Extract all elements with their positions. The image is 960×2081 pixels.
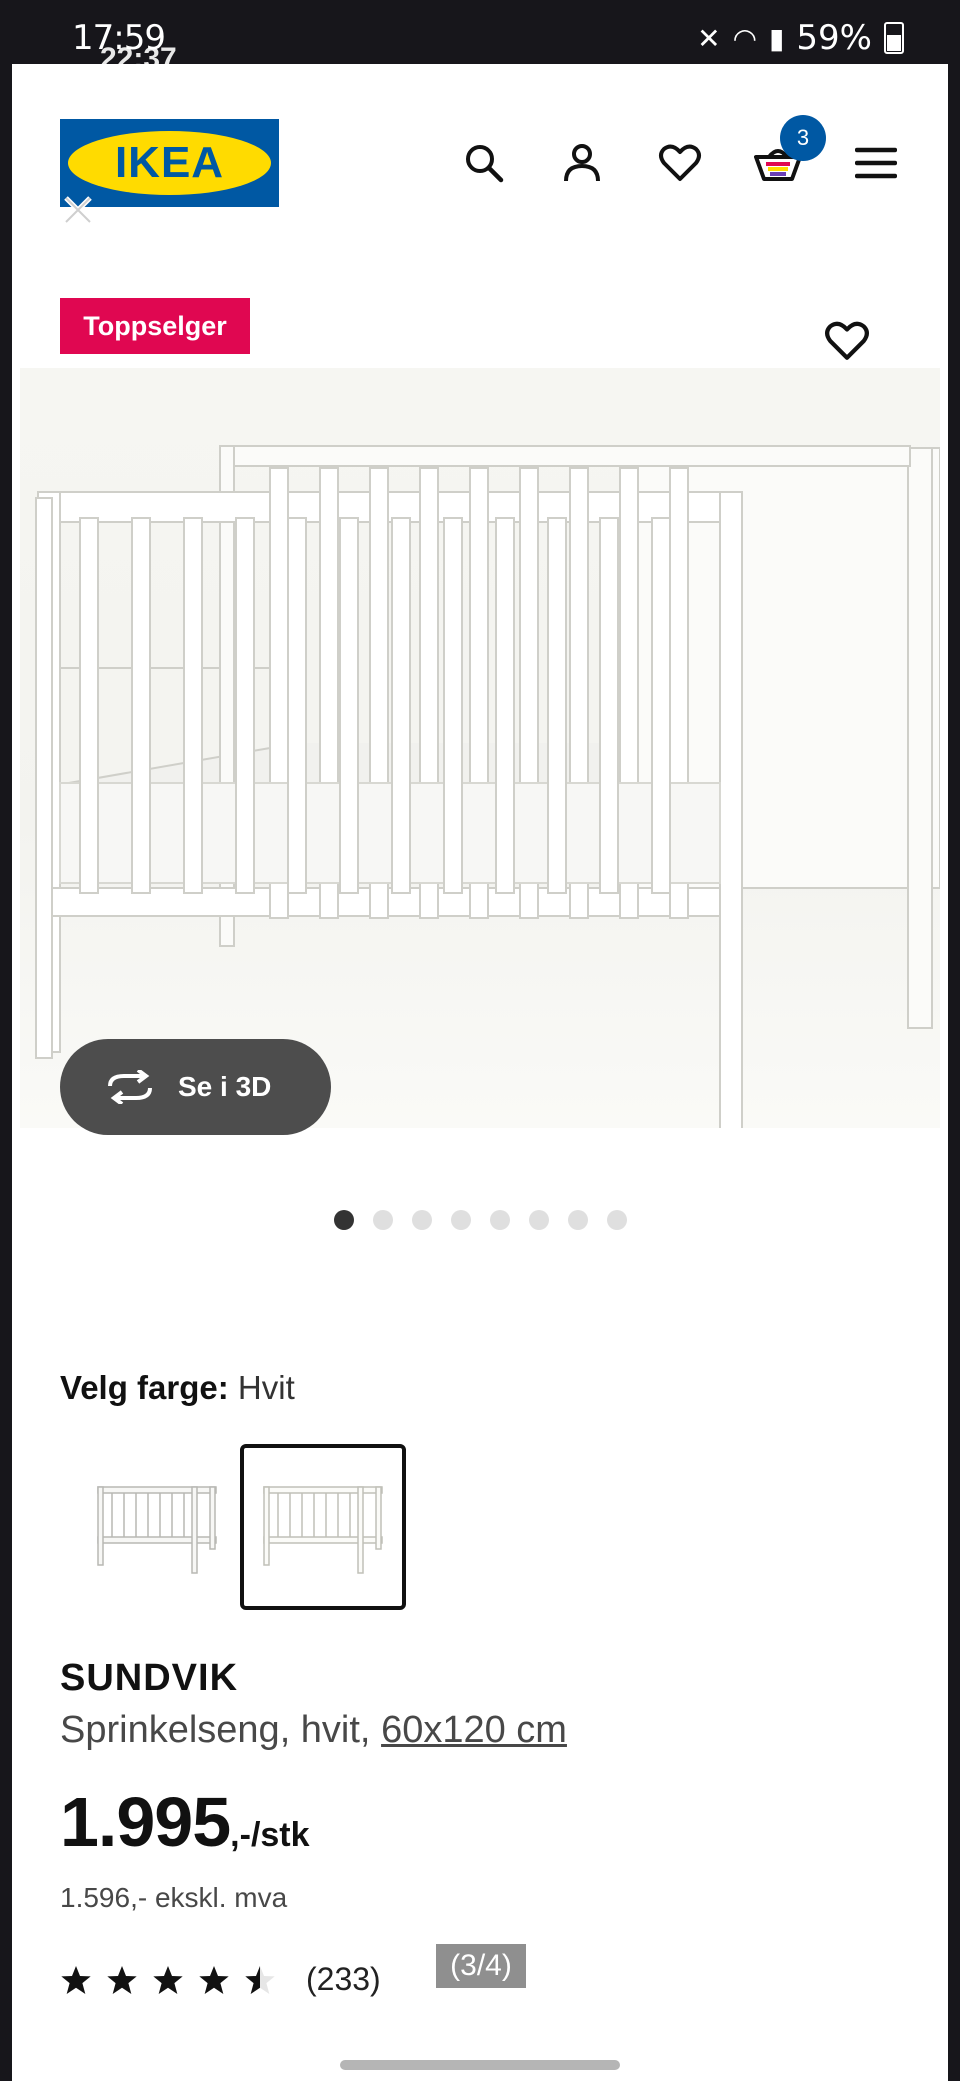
color-swatch-white-selected[interactable] (240, 1444, 406, 1610)
bestseller-tag: Toppselger (60, 298, 250, 354)
star-full-icon (199, 1965, 229, 1994)
carousel-dot[interactable] (334, 1210, 354, 1230)
product-size-link[interactable]: 60x120 cm (381, 1709, 567, 1751)
battery-icon (884, 22, 904, 54)
product-name: SUNDVIK (60, 1657, 239, 1699)
star-full-icon (61, 1965, 91, 1994)
wifi-icon: ◠ (732, 21, 757, 55)
color-picker-label: Velg farge: Hvit (60, 1369, 295, 1407)
star-full-icon (153, 1965, 183, 1994)
home-gesture-bar[interactable] (340, 2060, 620, 2070)
battery-percent: 59% (796, 18, 872, 58)
screenshot-page-indicator: (3/4) (436, 1944, 526, 1988)
product-rating[interactable]: (233) (60, 1961, 381, 1998)
star-half-icon (245, 1965, 275, 1994)
price-suffix: ,-/stk (230, 1816, 310, 1854)
product-price: 1.995 ,-/stk (60, 1782, 310, 1862)
mute-icon: ✕ (697, 21, 721, 55)
heart-icon[interactable] (656, 139, 704, 187)
product-description: Sprinkelseng, hvit, 60x120 cm (60, 1709, 567, 1752)
status-bar: 17:59 22:37 ✕ ◠ ▮ 59% (0, 0, 960, 75)
carousel-dot[interactable] (412, 1210, 432, 1230)
status-right: ✕ ◠ ▮ 59% (697, 18, 904, 58)
review-count[interactable]: (233) (306, 1961, 381, 1998)
image-carousel-dots[interactable] (334, 1210, 627, 1230)
product-image[interactable] (20, 368, 941, 1133)
color-value: Hvit (237, 1369, 295, 1406)
close-icon[interactable] (60, 192, 96, 228)
view-3d-label: Se i 3D (178, 1071, 272, 1102)
price-excl-vat: 1.596,- ekskl. mva (60, 1882, 288, 1913)
carousel-dot[interactable] (529, 1210, 549, 1230)
carousel-dot[interactable] (373, 1210, 393, 1230)
rotate-3d-icon (108, 1070, 152, 1104)
price-amount: 1.995 (60, 1783, 231, 1861)
carousel-dot[interactable] (451, 1210, 471, 1230)
logo-text: IKEA (114, 138, 225, 187)
menu-icon[interactable] (852, 139, 900, 187)
carousel-dot[interactable] (490, 1210, 510, 1230)
favorite-heart-icon[interactable] (824, 318, 870, 364)
color-label-text: Velg farge: (60, 1369, 229, 1406)
color-swatch-white[interactable] (74, 1444, 240, 1610)
crib-illustration (35, 445, 941, 1133)
star-full-icon (107, 1965, 137, 1994)
carousel-dot[interactable] (568, 1210, 588, 1230)
product-page: IKEA 3 Toppselger Se i 3D Velg farge: Hv… (12, 64, 948, 2081)
cart-count-badge: 3 (780, 115, 826, 161)
user-icon[interactable] (558, 139, 606, 187)
swatch-crib-thumbnail-selected (263, 1486, 383, 1574)
signal-icon: ▮ (769, 21, 785, 55)
search-icon[interactable] (460, 139, 508, 187)
product-description-text: Sprinkelseng, hvit, (60, 1709, 382, 1751)
carousel-dot[interactable] (607, 1210, 627, 1230)
swatch-crib-thumbnail (97, 1486, 217, 1574)
view-3d-button[interactable]: Se i 3D (60, 1039, 331, 1135)
